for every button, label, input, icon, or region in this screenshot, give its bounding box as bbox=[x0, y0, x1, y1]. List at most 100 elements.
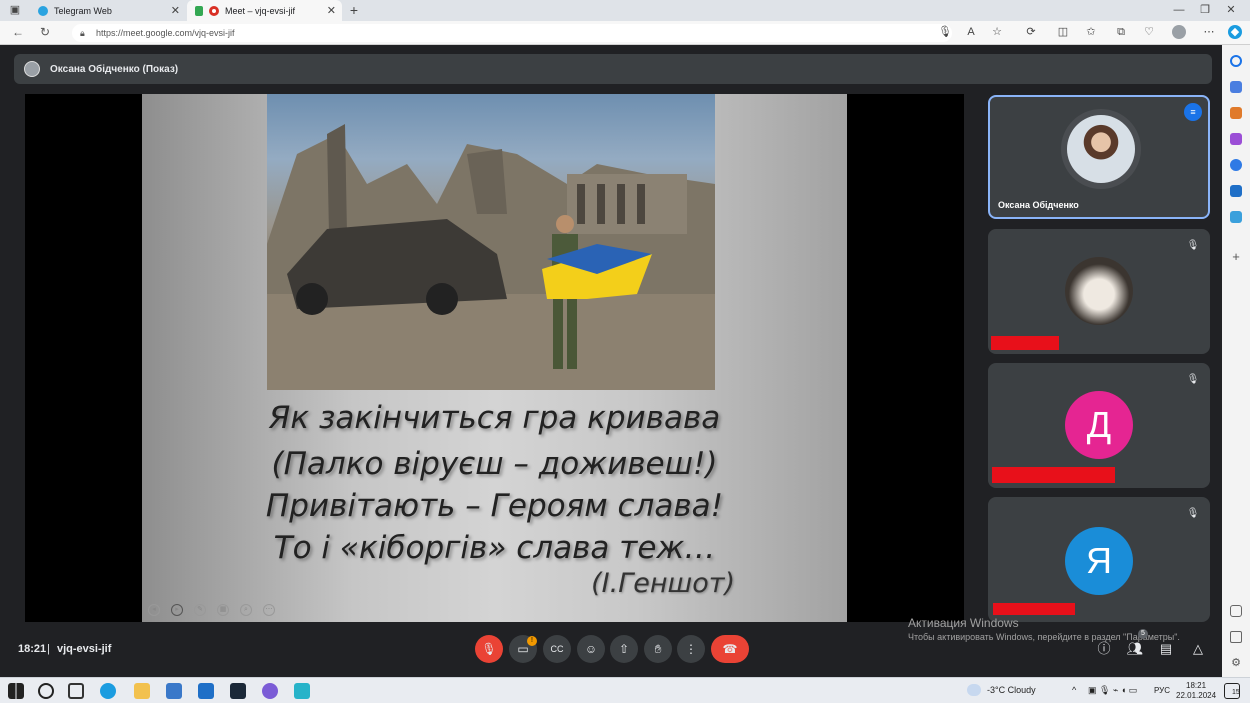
sidebar-toggle-icon[interactable] bbox=[1230, 605, 1242, 617]
taskbar-clock[interactable]: 18:21 22.01.2024 bbox=[1176, 681, 1216, 701]
search-icon[interactable] bbox=[38, 683, 54, 699]
meeting-separator: | bbox=[47, 643, 50, 655]
refresh-icon[interactable]: ↻ bbox=[40, 25, 50, 39]
participant-name: Оксана Обідченко bbox=[998, 200, 1079, 210]
poem-author: (І.Геншот) bbox=[591, 568, 735, 599]
presentation-stage[interactable]: Як закінчиться гра кривава (Палко віруєш… bbox=[25, 94, 964, 622]
url-field[interactable]: 🔒︎ https://meet.google.com/vjq-evsi-jif bbox=[72, 24, 952, 42]
presentation-bar: Оксана Обідченко (Показ) bbox=[14, 54, 1212, 84]
slide-zoom-icon[interactable]: ⌕ bbox=[240, 604, 252, 616]
favorites-icon[interactable]: ✩ bbox=[1084, 25, 1098, 39]
weather-widget[interactable]: -3°C Cloudy bbox=[987, 685, 1036, 695]
extensions-icon[interactable]: ⟳ bbox=[1024, 25, 1038, 39]
split-screen-icon[interactable]: ◫ bbox=[1056, 25, 1070, 39]
file-explorer-icon[interactable] bbox=[134, 683, 150, 699]
meeting-info-icon[interactable]: ⓘ bbox=[1095, 640, 1113, 658]
outlook-icon[interactable] bbox=[1230, 185, 1242, 197]
mic-muted-icon: 🎙︎ bbox=[1186, 508, 1200, 519]
close-window-icon[interactable]: ✕ bbox=[1224, 3, 1238, 17]
browser-tab-bar: ▣ Telegram Web ✕ Meet – vjq-evsi-jif ✕ +… bbox=[0, 0, 1250, 21]
search-icon[interactable] bbox=[1230, 55, 1242, 67]
slide-more-icon[interactable]: ⋯ bbox=[263, 604, 275, 616]
browser-essentials-icon[interactable]: ♡ bbox=[1142, 25, 1156, 39]
read-aloud-icon[interactable]: A bbox=[964, 25, 978, 39]
chat-app-icon[interactable] bbox=[262, 683, 278, 699]
leave-call-button[interactable]: ☎︎ bbox=[711, 635, 749, 663]
present-screen-button[interactable]: ⇧ bbox=[610, 635, 638, 663]
tools-icon[interactable] bbox=[1230, 107, 1242, 119]
raise-hand-button[interactable]: ✋︎ bbox=[644, 635, 672, 663]
tab-title: Meet – vjq-evsi-jif bbox=[225, 5, 296, 16]
more-options-button[interactable]: ⋮ bbox=[677, 635, 705, 663]
participant-tile-speaking[interactable]: ≡ Оксана Обідченко bbox=[988, 95, 1210, 219]
drop-icon[interactable] bbox=[1230, 211, 1242, 223]
tray-icons[interactable]: ▣ 🎙︎ ⌁ ◖ ▭ bbox=[1088, 685, 1137, 696]
settings-gear-icon[interactable]: ⚙︎ bbox=[1230, 657, 1242, 669]
task-view-icon[interactable] bbox=[68, 683, 84, 699]
slide-pointer-icon[interactable]: ▸ bbox=[171, 604, 183, 616]
activities-icon[interactable]: △ bbox=[1189, 640, 1207, 658]
slide-pen-icon[interactable]: ✎ bbox=[194, 604, 206, 616]
slide-photo bbox=[267, 94, 715, 390]
presenter-avatar bbox=[24, 61, 40, 77]
tray-chevron-icon[interactable]: ^ bbox=[1072, 685, 1076, 695]
add-sidebar-icon[interactable]: + bbox=[1230, 250, 1242, 263]
redacted-name bbox=[991, 336, 1059, 350]
presenter-label: Оксана Обідченко (Показ) bbox=[50, 63, 179, 75]
meet-icon bbox=[195, 5, 203, 16]
shopping-icon[interactable] bbox=[1230, 81, 1242, 93]
slide: Як закінчиться гра кривава (Палко віруєш… bbox=[142, 94, 847, 622]
store-icon[interactable] bbox=[166, 683, 182, 699]
meeting-time: 18:21 bbox=[18, 643, 47, 655]
avatar bbox=[1067, 115, 1135, 183]
close-tab-icon[interactable]: ✕ bbox=[171, 4, 180, 17]
people-icon[interactable]: 👥︎ bbox=[1126, 640, 1144, 658]
lock-icon: 🔒︎ bbox=[80, 27, 85, 38]
tab-actions-icon[interactable]: ▣ bbox=[8, 3, 22, 17]
avatar-initial: Я bbox=[1065, 527, 1133, 595]
profile-avatar[interactable] bbox=[1172, 25, 1186, 39]
avatar-initial: Д bbox=[1065, 391, 1133, 459]
emoji-reaction-button[interactable]: ☺ bbox=[577, 635, 605, 663]
games-icon[interactable] bbox=[1230, 133, 1242, 145]
edge-icon[interactable] bbox=[100, 683, 116, 699]
mic-toggle-button[interactable]: 🎙︎ bbox=[475, 635, 503, 663]
mic-muted-icon: 🎙︎ bbox=[1186, 374, 1200, 385]
windows-start-icon[interactable] bbox=[8, 683, 24, 699]
tab-telegram[interactable]: Telegram Web ✕ bbox=[30, 0, 186, 21]
microphone-icon[interactable]: 🎙︎ bbox=[938, 25, 952, 39]
microsoft-365-icon[interactable] bbox=[1230, 159, 1242, 171]
minimize-icon[interactable]: — bbox=[1172, 3, 1186, 17]
favorite-star-icon[interactable]: ☆ bbox=[990, 25, 1004, 39]
slide-gallery-icon[interactable]: ▦ bbox=[217, 604, 229, 616]
participant-tile[interactable]: 🎙︎ bbox=[988, 229, 1210, 354]
mail-icon[interactable] bbox=[198, 683, 214, 699]
maximize-icon[interactable]: ❐ bbox=[1198, 3, 1212, 17]
back-icon[interactable]: ← bbox=[12, 25, 24, 39]
slide-prev-icon[interactable]: ◂ bbox=[148, 604, 160, 616]
clock-time: 18:21 bbox=[1186, 681, 1207, 690]
cloud-icon bbox=[967, 684, 981, 696]
windows-taskbar: -3°C Cloudy ^ ▣ 🎙︎ ⌁ ◖ ▭ РУС 18:21 22.01… bbox=[0, 677, 1250, 703]
notification-count: 15 bbox=[1232, 689, 1240, 696]
close-tab-icon[interactable]: ✕ bbox=[327, 4, 336, 17]
app-icon[interactable] bbox=[294, 683, 310, 699]
participant-tile[interactable]: Я 🎙︎ bbox=[988, 497, 1210, 622]
copilot-icon[interactable]: ◆ bbox=[1228, 25, 1242, 39]
war-ruins-image bbox=[267, 124, 715, 390]
more-menu-icon[interactable]: ⋯ bbox=[1202, 25, 1216, 39]
chat-icon[interactable]: ▤ bbox=[1157, 640, 1175, 658]
activation-title: Активация Windows bbox=[908, 616, 1019, 630]
poem-line-1: Як закінчиться гра кривава bbox=[268, 400, 721, 436]
participant-tile[interactable]: Д 🎙︎ bbox=[988, 363, 1210, 488]
collections-icon[interactable]: ⧉ bbox=[1114, 25, 1128, 39]
steam-icon[interactable] bbox=[230, 683, 246, 699]
recording-icon bbox=[209, 5, 219, 16]
language-indicator[interactable]: РУС bbox=[1154, 686, 1170, 695]
new-tab-icon[interactable]: + bbox=[347, 3, 361, 17]
open-window-icon[interactable] bbox=[1230, 631, 1242, 643]
captions-button[interactable]: CC bbox=[543, 635, 571, 663]
camera-warning-badge: ! bbox=[527, 636, 537, 646]
poem-line-3: Привітають – Героям слава! bbox=[265, 488, 724, 524]
tab-meet[interactable]: Meet – vjq-evsi-jif ✕ bbox=[187, 0, 342, 21]
